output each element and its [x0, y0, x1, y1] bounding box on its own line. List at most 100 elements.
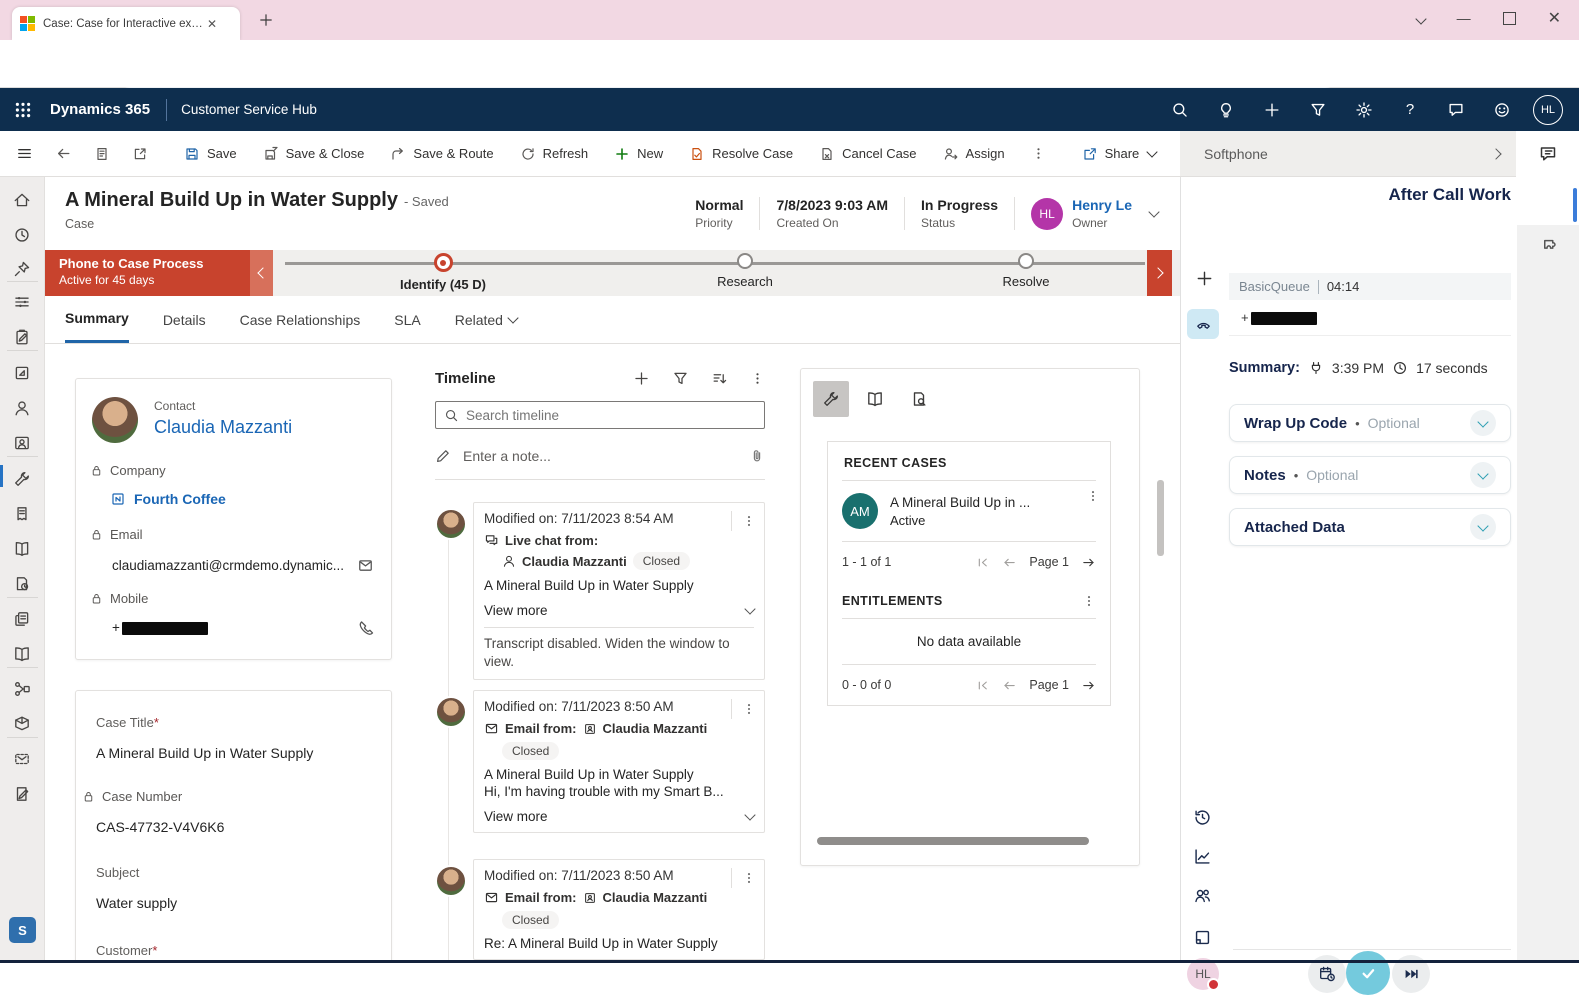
- stage-research[interactable]: Research: [675, 253, 815, 289]
- filter-icon[interactable]: [1295, 101, 1341, 119]
- dynamics-brand[interactable]: Dynamics 365: [50, 101, 150, 118]
- timeline-item-livechat[interactable]: Modified on: 7/11/2023 8:54 AM Live chat…: [435, 502, 765, 680]
- softphone-collapse-chevron-icon[interactable]: [1490, 148, 1501, 159]
- popout-icon[interactable]: [132, 146, 148, 162]
- user-avatar[interactable]: HL: [1533, 95, 1563, 125]
- next-page-icon[interactable]: [1081, 555, 1096, 570]
- smiley-icon[interactable]: [1479, 101, 1525, 119]
- prev-page-icon[interactable]: [1002, 555, 1017, 570]
- item-more-icon[interactable]: [731, 699, 756, 719]
- pinned-icon[interactable]: [13, 260, 31, 278]
- expand-chevron-icon[interactable]: [1470, 410, 1496, 436]
- settings-gear-icon[interactable]: [1341, 101, 1387, 119]
- row-more-icon[interactable]: [1086, 489, 1100, 503]
- active-call-session-tab[interactable]: [1187, 309, 1219, 339]
- browser-tab[interactable]: Case: Case for Interactive experie ✕: [12, 7, 240, 40]
- complete-acw-button[interactable]: [1346, 951, 1390, 995]
- stage-resolve-marker[interactable]: [1018, 253, 1034, 269]
- home-icon[interactable]: [13, 191, 31, 209]
- app-name[interactable]: Customer Service Hub: [181, 102, 317, 117]
- case-title-value[interactable]: A Mineral Build Up in Water Supply: [96, 745, 313, 761]
- help-icon[interactable]: ?: [1387, 101, 1433, 118]
- widget-tab-search-articles-icon[interactable]: [901, 381, 937, 417]
- call-history-icon[interactable]: [1193, 808, 1212, 827]
- queue-items-icon[interactable]: [13, 575, 31, 593]
- lightbulb-icon[interactable]: [1203, 101, 1249, 119]
- close-window-icon[interactable]: ✕: [1548, 8, 1561, 28]
- owner-link[interactable]: Henry Le: [1072, 197, 1132, 213]
- stage-identify[interactable]: Identify (45 D): [373, 253, 513, 292]
- email-value-row[interactable]: claudiamazzanti@crmdemo.dynamic...: [112, 557, 374, 574]
- activity-contact[interactable]: Claudia Mazzanti: [603, 721, 708, 736]
- main-vertical-scrollbar[interactable]: [1157, 480, 1164, 556]
- subject-value[interactable]: Water supply: [96, 895, 177, 911]
- first-page-icon[interactable]: [975, 678, 990, 693]
- maximize-icon[interactable]: [1503, 12, 1516, 25]
- wrap-up-code-section[interactable]: Wrap Up Code • Optional: [1229, 404, 1511, 442]
- save-and-route-button[interactable]: Save & Route: [390, 146, 493, 162]
- resolve-case-button[interactable]: Resolve Case: [689, 146, 793, 162]
- cancel-case-button[interactable]: Cancel Case: [819, 146, 916, 162]
- tab-close-icon[interactable]: ✕: [207, 17, 217, 31]
- entitlements-more-icon[interactable]: [1082, 594, 1096, 608]
- queues-icon[interactable]: [13, 540, 31, 558]
- contacts-people-icon[interactable]: [1193, 886, 1212, 905]
- search-icon[interactable]: [1157, 101, 1203, 119]
- go-back-icon[interactable]: [55, 145, 72, 162]
- expand-chevron-icon[interactable]: [1470, 462, 1496, 488]
- attach-paperclip-icon[interactable]: [749, 448, 765, 464]
- widget-tab-related-cases-wrench-icon[interactable]: [813, 381, 849, 417]
- activity-contact[interactable]: Claudia Mazzanti: [522, 554, 627, 569]
- knowledge-book-icon[interactable]: [13, 645, 31, 663]
- tab-summary[interactable]: Summary: [65, 296, 129, 343]
- app-launcher-waffle-icon[interactable]: [14, 101, 32, 119]
- call-phone-icon[interactable]: [357, 619, 374, 636]
- view-more[interactable]: View more: [484, 603, 754, 618]
- notes-section[interactable]: Notes • Optional: [1229, 456, 1511, 494]
- email-templates-icon[interactable]: [13, 750, 31, 768]
- new-tab-button[interactable]: [258, 12, 274, 28]
- first-page-icon[interactable]: [975, 555, 990, 570]
- timeline-item-email-2[interactable]: Modified on: 7/11/2023 8:50 AM Email fro…: [435, 859, 765, 960]
- connections-icon[interactable]: [13, 680, 31, 698]
- item-more-icon[interactable]: [731, 511, 756, 531]
- insights-chart-icon[interactable]: [1193, 847, 1212, 866]
- articles-copy-icon[interactable]: [13, 610, 31, 628]
- next-page-icon[interactable]: [1081, 678, 1096, 693]
- activities-icon[interactable]: [13, 328, 31, 346]
- refresh-button[interactable]: Refresh: [520, 146, 589, 162]
- tab-case-relationships[interactable]: Case Relationships: [240, 296, 361, 343]
- recent-case-row[interactable]: AM A Mineral Build Up in ... Active: [828, 481, 1110, 541]
- cases-wrench-icon[interactable]: [13, 470, 31, 488]
- timeline-more-icon[interactable]: [750, 371, 765, 386]
- company-value-row[interactable]: Fourth Coffee: [110, 491, 226, 507]
- view-more[interactable]: View more: [484, 809, 754, 824]
- more-commands-icon[interactable]: [1031, 146, 1046, 161]
- softphone-new-session-icon[interactable]: [1195, 269, 1214, 288]
- timeline-search-input[interactable]: [435, 401, 765, 429]
- productivity-puzzle-icon[interactable]: [1539, 235, 1559, 255]
- send-email-icon[interactable]: [357, 557, 374, 574]
- quick-create-plus-icon[interactable]: [1249, 101, 1295, 119]
- form-selector-icon[interactable]: [94, 146, 110, 162]
- case-resolution-icon[interactable]: [13, 505, 31, 523]
- new-button[interactable]: New: [614, 146, 663, 162]
- stage-identify-marker[interactable]: [434, 253, 453, 272]
- recent-clock-icon[interactable]: [13, 226, 31, 244]
- area-switcher-service[interactable]: S: [9, 917, 36, 943]
- item-more-icon[interactable]: [731, 868, 756, 888]
- prev-page-icon[interactable]: [1002, 678, 1017, 693]
- stage-research-marker[interactable]: [737, 253, 753, 269]
- tab-sla[interactable]: SLA: [394, 296, 420, 343]
- save-button[interactable]: Save: [184, 146, 237, 162]
- process-banner[interactable]: Phone to Case Process Active for 45 days: [45, 250, 250, 296]
- teams-chat-pane-icon[interactable]: [1516, 131, 1579, 177]
- site-map-toggle-icon[interactable]: [16, 145, 33, 162]
- stage-resolve[interactable]: Resolve: [956, 253, 1096, 289]
- tab-related[interactable]: Related: [455, 296, 517, 343]
- mobile-value-row[interactable]: +: [112, 619, 374, 636]
- softphone-header[interactable]: Softphone: [1180, 131, 1516, 177]
- social-profiles-icon[interactable]: [13, 434, 31, 452]
- share-button[interactable]: Share: [1082, 146, 1157, 162]
- process-next-chevron[interactable]: [1147, 250, 1172, 296]
